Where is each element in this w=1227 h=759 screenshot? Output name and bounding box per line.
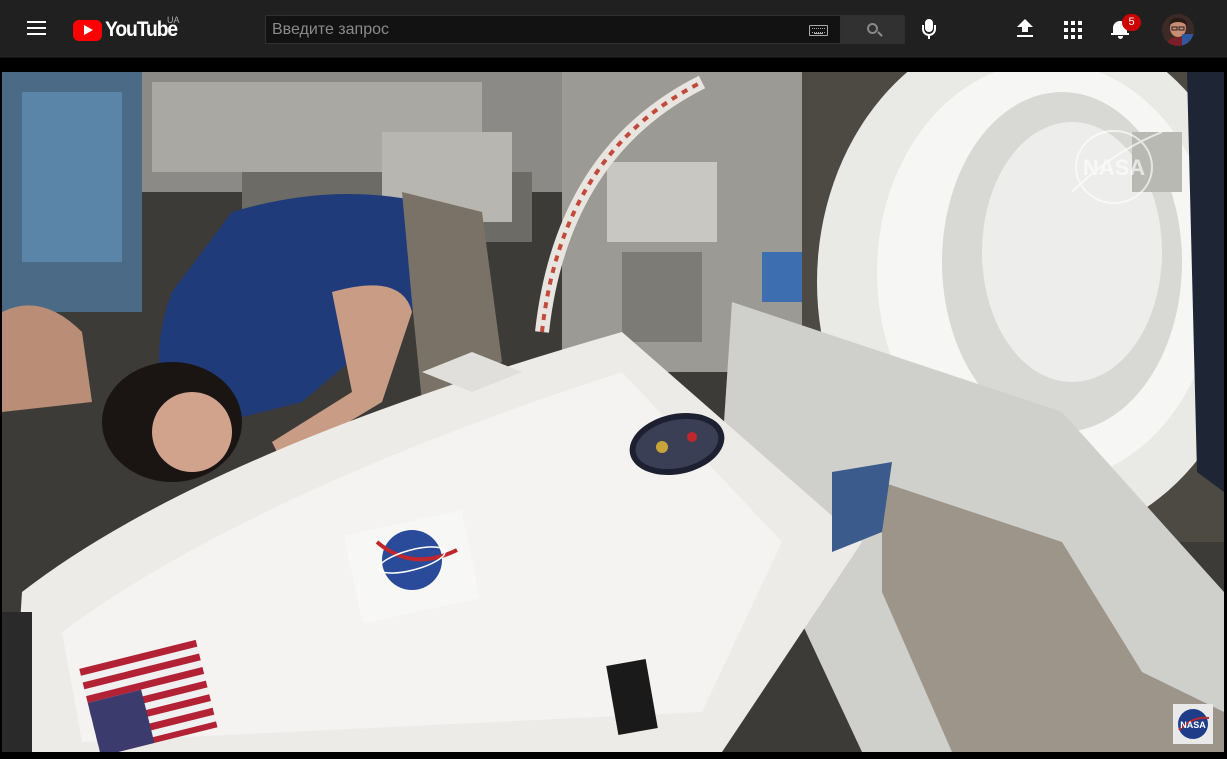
- nasa-corner-logo: NASA: [1173, 704, 1213, 744]
- search-button[interactable]: [841, 15, 905, 44]
- hamburger-icon[interactable]: [24, 17, 50, 41]
- apps-grid-icon[interactable]: [1064, 21, 1082, 39]
- search-input[interactable]: [266, 16, 796, 43]
- microphone-icon[interactable]: [918, 17, 940, 43]
- page-bottom: [0, 752, 1227, 759]
- youtube-logo-icon: [73, 19, 102, 41]
- upload-icon[interactable]: [1014, 18, 1036, 40]
- country-code: UA: [167, 15, 180, 25]
- video-player[interactable]: NASA: [2, 72, 1224, 752]
- nasa-watermark-text: NASA: [1083, 155, 1145, 180]
- search-box: [265, 15, 841, 44]
- masthead: YouTube UA 5: [0, 0, 1227, 58]
- keyboard-icon[interactable]: [809, 25, 828, 36]
- video-frame: NASA: [2, 72, 1224, 752]
- avatar[interactable]: [1162, 14, 1194, 46]
- nasa-corner-text: NASA: [1180, 720, 1206, 730]
- notification-badge: 5: [1122, 14, 1141, 31]
